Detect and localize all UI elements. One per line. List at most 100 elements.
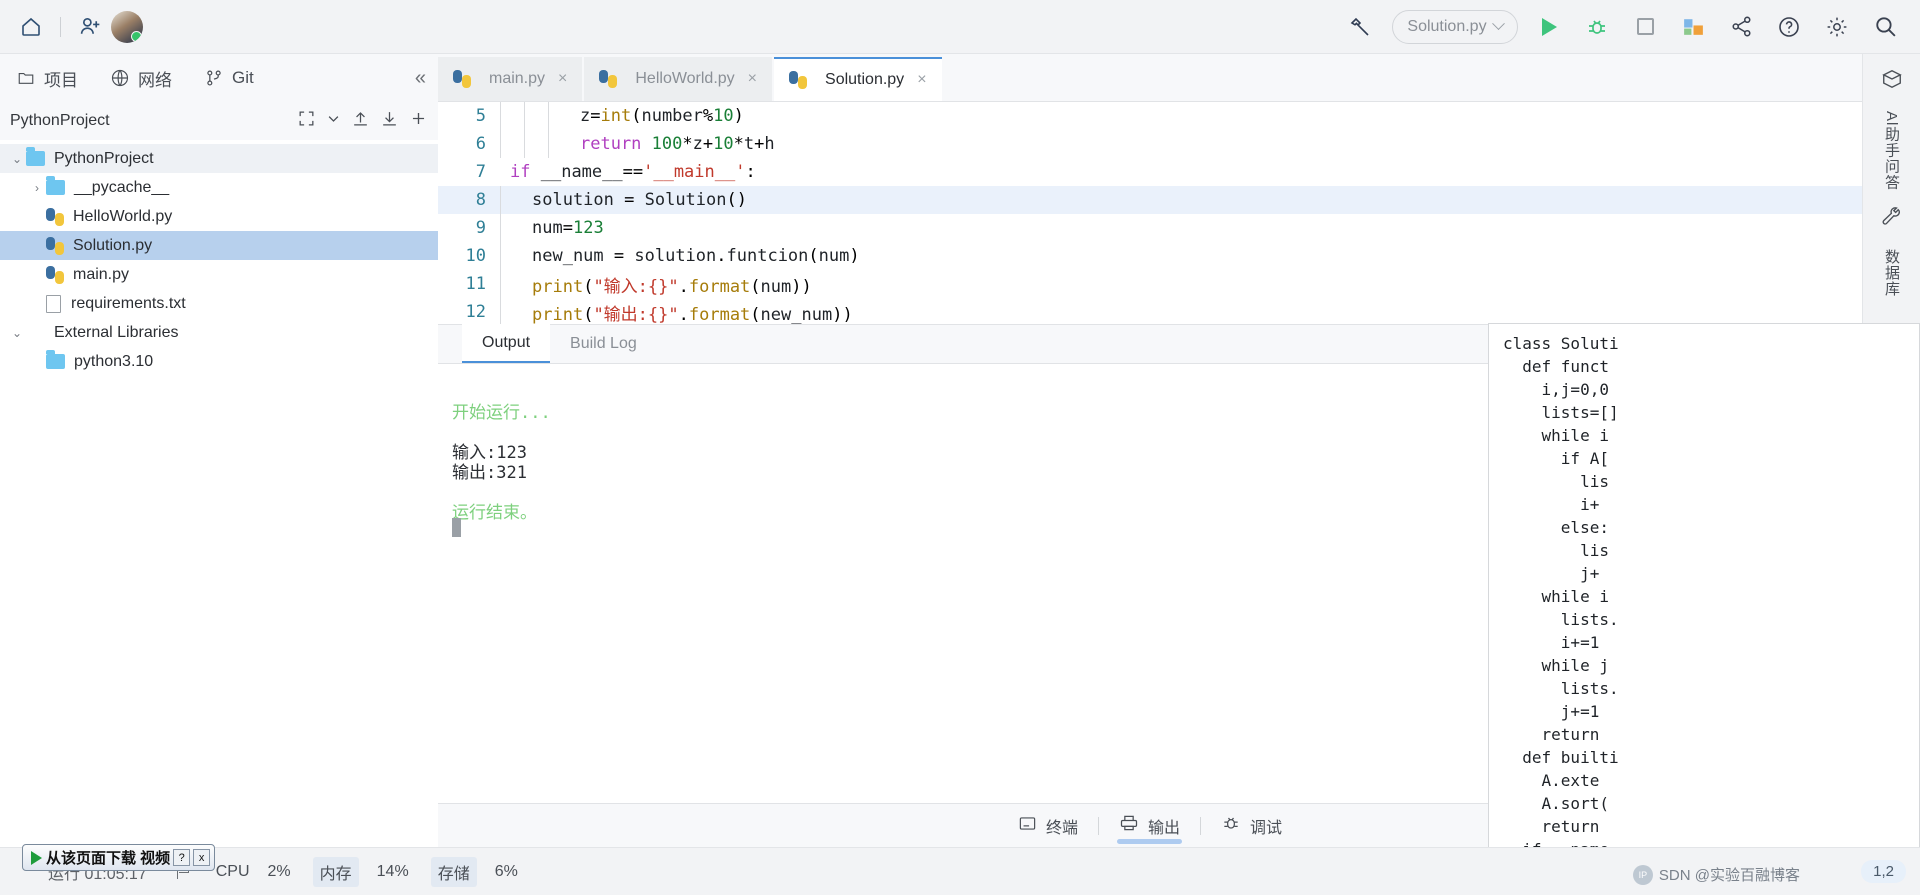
folder-icon <box>26 147 45 166</box>
toolbar-left-group <box>0 10 143 44</box>
code-line[interactable]: 6 return 100*z+10*t+h <box>438 130 1862 158</box>
floating-code-overlay: class Soluti def funct i,j=0,0 lists=[] … <box>1488 323 1920 863</box>
code-line[interactable]: 5 z=int(number%10) <box>438 102 1862 130</box>
tree-item[interactable]: › __pycache__ <box>0 173 438 202</box>
indent-guide <box>500 242 524 270</box>
close-icon[interactable]: × <box>558 70 567 88</box>
download-icon[interactable] <box>380 109 399 133</box>
output-tab[interactable]: Build Log <box>550 324 657 363</box>
bottom-tool-tab[interactable]: 调试 <box>1205 804 1298 848</box>
text-file-icon <box>46 294 61 313</box>
stop-icon[interactable] <box>1628 10 1662 44</box>
sidebar-tab-network[interactable]: 网络 <box>94 54 188 102</box>
upload-icon[interactable] <box>351 109 370 133</box>
line-number: 12 <box>465 302 486 322</box>
line-number: 11 <box>465 274 486 294</box>
bottom-tool-label: 输出 <box>1147 819 1180 837</box>
code-line[interactable]: 12 print("输出:{}".format(new_num)) <box>438 298 1862 324</box>
help-icon[interactable] <box>1772 10 1806 44</box>
code-line[interactable]: 11 print("输入:{}".format(num)) <box>438 270 1862 298</box>
tree-item[interactable]: HelloWorld.py <box>0 202 438 231</box>
collapse-left-icon[interactable]: « <box>415 67 438 90</box>
tree-item-label: __pycache__ <box>74 178 170 196</box>
project-tree[interactable]: ⌄ PythonProject › __pycache__ HelloWorld.py S… <box>0 140 438 847</box>
tree-item-label: Solution.py <box>73 236 153 254</box>
settings-icon[interactable] <box>1820 10 1854 44</box>
indent-guide <box>500 270 524 298</box>
chevron-down-icon[interactable]: ⌄ <box>8 152 26 166</box>
code-text: new_num = solution.funtcion(num) <box>532 246 860 266</box>
rail-label-database[interactable]: 数据库 <box>1881 249 1902 297</box>
watermark: IP SDN @实验百融博客 <box>1632 864 1800 885</box>
search-icon[interactable] <box>1868 10 1902 44</box>
metric[interactable]: CPU 2% <box>216 863 291 881</box>
wrench-icon[interactable] <box>1881 206 1903 233</box>
metric[interactable]: 内存 14% <box>312 856 409 887</box>
share-icon[interactable] <box>1724 10 1758 44</box>
editor-tab[interactable]: Solution.py × <box>774 57 942 101</box>
rail-label-ai[interactable]: Al助手问答 <box>1881 111 1902 190</box>
tree-item[interactable]: ⌄ PythonProject <box>0 144 438 173</box>
home-icon[interactable] <box>14 10 48 44</box>
output-tab[interactable]: Output <box>462 324 551 363</box>
help-icon[interactable]: ? <box>173 849 191 866</box>
tree-item-label: PythonProject <box>54 149 154 167</box>
sidebar-tab-project[interactable]: 项目 <box>0 54 94 102</box>
close-icon[interactable]: × <box>917 71 926 89</box>
code-text: z=int(number%10) <box>580 106 744 126</box>
download-video-popup[interactable]: 从该页面下载 视频 ? x <box>22 844 216 871</box>
line-number: 5 <box>475 106 486 126</box>
code-line[interactable]: 8 solution = Solution() <box>438 186 1862 214</box>
indent-guide <box>500 130 524 158</box>
code-line[interactable]: 10 new_num = solution.funtcion(num) <box>438 242 1862 270</box>
avatar[interactable] <box>111 10 143 43</box>
status-bar-right: 1,2 <box>1861 860 1920 883</box>
caret-position[interactable]: 1,2 <box>1861 860 1906 883</box>
editor-tab[interactable]: HelloWorld.py × <box>584 57 773 101</box>
tree-item[interactable]: requirements.txt <box>0 289 438 318</box>
debug-icon[interactable] <box>1580 10 1614 44</box>
terminal-icon <box>1018 814 1037 838</box>
close-icon[interactable]: x <box>193 849 211 866</box>
chevron-down-icon[interactable]: ⌄ <box>8 326 26 340</box>
plus-icon[interactable] <box>409 109 428 133</box>
tree-item[interactable]: main.py <box>0 260 438 289</box>
add-user-icon[interactable] <box>73 10 107 44</box>
line-number: 8 <box>475 190 486 210</box>
folder-icon <box>46 350 65 369</box>
tree-item[interactable]: python3.10 <box>0 347 438 376</box>
expand-icon[interactable] <box>297 109 316 133</box>
sidebar-tab-label: 项目 <box>44 70 78 90</box>
python-file-icon <box>789 71 808 89</box>
hammer-icon[interactable] <box>1344 10 1378 44</box>
sidebar-tab-git[interactable]: Git <box>188 54 270 102</box>
code-text: return 100*z+10*t+h <box>580 134 775 154</box>
bottom-tool-tab[interactable]: 输出 <box>1103 804 1196 848</box>
plugin-box-icon[interactable] <box>1881 68 1903 95</box>
chevron-down-icon <box>1491 17 1505 31</box>
metric[interactable]: 存储 6% <box>430 856 518 887</box>
chevron-right-icon[interactable]: › <box>28 181 46 195</box>
code-editor[interactable]: 5 z=int(number%10) 6 return 100*z+10*t+h 7 if… <box>438 102 1862 324</box>
python-file-icon <box>46 207 64 226</box>
metric-value: 14% <box>376 862 409 880</box>
run-icon[interactable] <box>1532 10 1566 44</box>
tree-item-label: requirements.txt <box>71 294 186 312</box>
line-number: 9 <box>475 218 486 238</box>
editor-tab[interactable]: main.py × <box>438 57 583 101</box>
code-line[interactable]: 9 num=123 <box>438 214 1862 242</box>
bottom-tool-tab[interactable]: 终端 <box>1002 804 1094 848</box>
bottom-tool-label: 调试 <box>1250 819 1283 837</box>
code-line[interactable]: 7 if __name__=='__main__': <box>438 158 1862 186</box>
tree-item[interactable]: Solution.py <box>0 231 438 260</box>
run-configuration-selector[interactable]: Solution.py <box>1392 9 1518 44</box>
main-toolbar: Solution.py <box>0 0 1920 54</box>
line-number: 7 <box>475 162 486 182</box>
plugin-icon[interactable] <box>1676 10 1710 44</box>
sidebar-tab-label: Git <box>232 68 254 87</box>
close-icon[interactable]: × <box>748 70 757 88</box>
indent-guide <box>500 214 524 242</box>
chevron-down-icon[interactable] <box>326 111 341 131</box>
tree-item[interactable]: ⌄ External Libraries <box>0 318 438 347</box>
indent-guide <box>500 298 524 324</box>
